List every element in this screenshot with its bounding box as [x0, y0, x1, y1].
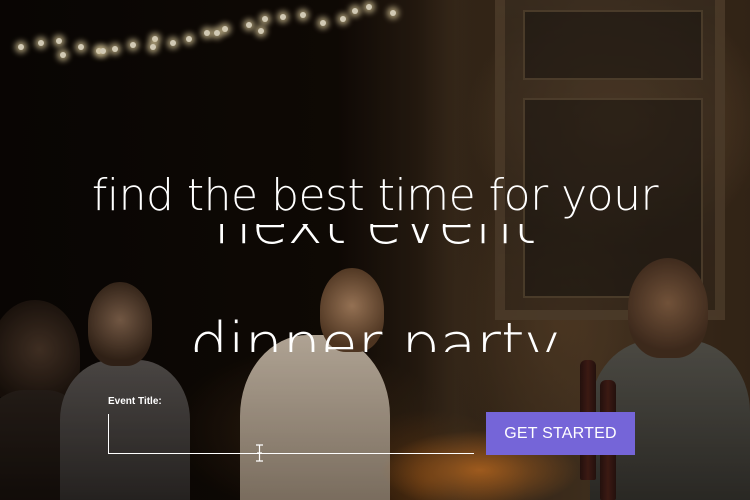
event-title-label: Event Title:	[108, 396, 162, 407]
event-title-input[interactable]	[108, 414, 474, 454]
i-beam-cursor-icon	[256, 444, 263, 462]
rotating-word: next event	[0, 224, 750, 258]
rotating-text: next event dinner party	[0, 224, 750, 352]
rotating-word: dinner party	[189, 310, 561, 352]
get-started-button[interactable]: GET STARTED	[486, 412, 635, 455]
hero-headline: find the best time for your	[91, 170, 659, 221]
hero-section: find the best time for your next event d…	[0, 0, 750, 500]
